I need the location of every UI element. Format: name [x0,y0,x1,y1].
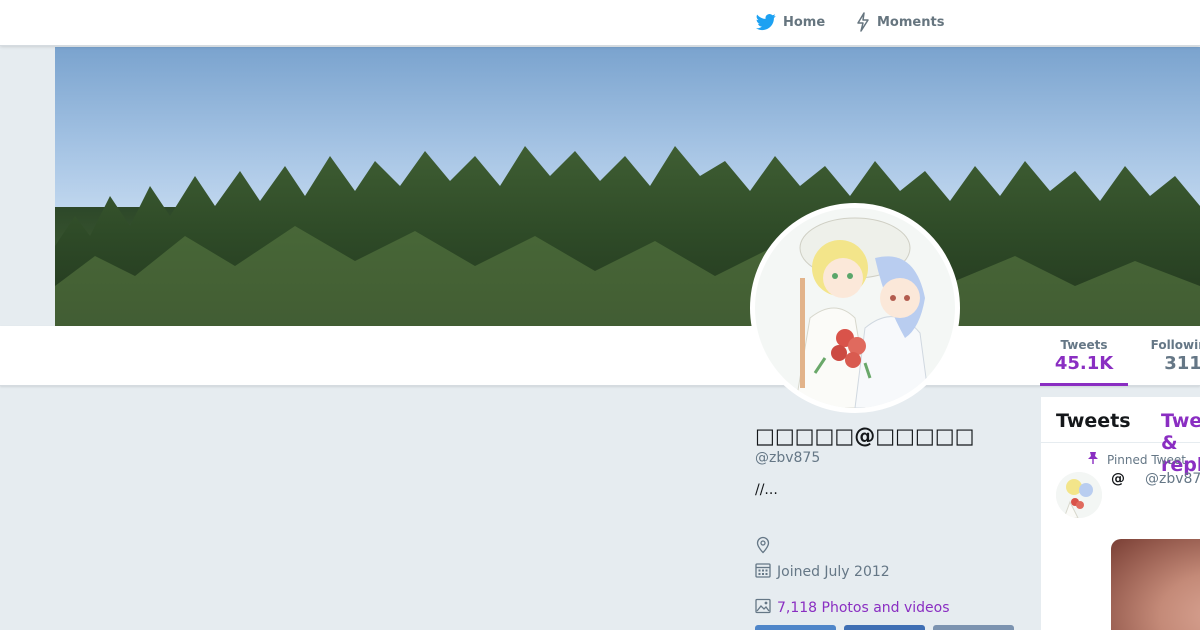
timeline-tabs: Tweets Tweets & replies [1041,397,1200,476]
nav-home[interactable]: Home [755,12,825,32]
stat-tweets[interactable]: Tweets 45.1K [1040,326,1128,386]
profile-photos-link-text[interactable]: 7,118 Photos and videos [777,600,950,616]
banner-forest [55,146,1200,326]
stat-tweets-label: Tweets [1060,338,1108,352]
photo-thumbnails [755,625,1014,630]
profile-handle[interactable]: @zbv875 [755,450,820,466]
nav-moments[interactable]: Moments [855,12,944,32]
stat-following[interactable]: Following 311 [1143,326,1200,386]
map-pin-icon [755,536,771,558]
photo-thumbnail[interactable] [933,625,1014,630]
pin-icon [1087,451,1099,468]
stat-tweets-value: 45.1K [1054,353,1114,374]
profile-location [755,536,777,558]
calendar-icon [755,562,771,582]
profile-photos-link[interactable]: 7,118 Photos and videos [755,598,950,618]
tweet-author-avatar[interactable] [1056,472,1102,518]
pinned-tweet-label: Pinned Tweet [1107,452,1186,467]
tweet-author-name[interactable]: @ [1111,471,1125,487]
profile-avatar[interactable] [750,203,960,413]
profile-bio: //... [755,482,778,498]
top-navigation-bar: Home Moments [0,0,1200,46]
photo-thumbnail[interactable] [844,625,925,630]
profile-joined-text: Joined July 2012 [777,564,890,580]
profile-banner-image [55,47,1200,326]
photo-thumbnail[interactable] [755,625,836,630]
profile-joined-date: Joined July 2012 [755,562,890,582]
twitter-bird-icon [755,12,777,32]
stat-following-value: 311 [1164,353,1200,374]
pinned-tweet-indicator: Pinned Tweet [1087,451,1186,468]
tab-tweets[interactable]: Tweets [1056,410,1131,432]
profile-display-name[interactable]: □□□□□@□□□□□ [755,424,974,448]
nav-moments-label: Moments [877,14,945,30]
image-icon [755,598,771,618]
tweet-author-handle[interactable]: @zbv875 [1145,471,1200,487]
timeline-panel: Tweets Tweets & replies Pinned Tweet @ @… [1041,397,1200,630]
profile-stats-bar: Tweets 45.1K Following 311 [0,326,1200,386]
nav-home-label: Home [783,14,826,30]
lightning-icon [855,12,871,32]
tweet-media-image[interactable] [1111,539,1200,630]
stat-following-label: Following [1150,338,1200,352]
